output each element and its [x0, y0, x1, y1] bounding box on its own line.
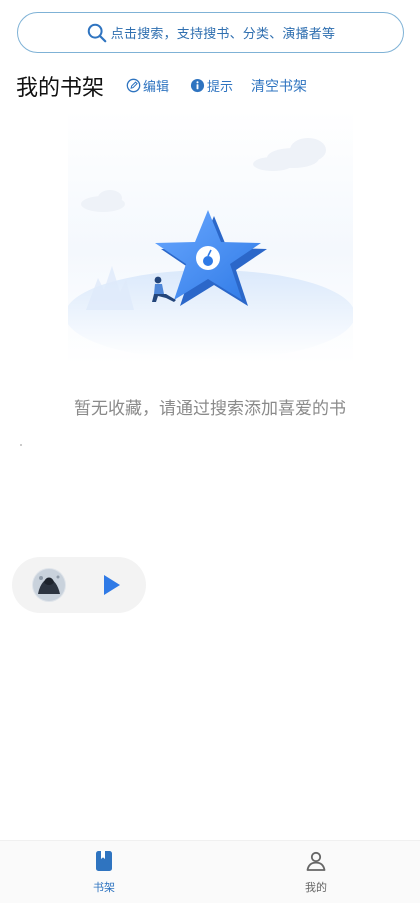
search-icon	[87, 23, 107, 42]
divider-dot	[20, 444, 22, 446]
play-icon[interactable]	[98, 572, 124, 598]
nav-item-bookshelf[interactable]: 书架	[74, 849, 134, 895]
person-icon	[306, 851, 326, 871]
nav-label-mine: 我的	[305, 881, 327, 894]
empty-shelf-illustration	[68, 110, 353, 365]
nav-label-bookshelf: 书架	[93, 881, 115, 894]
empty-message: 暂无收藏，请通过搜索添加喜爱的书	[74, 399, 346, 419]
cover-image	[32, 568, 66, 602]
page-title: 我的书架	[16, 76, 105, 101]
tips-label: 提示	[207, 80, 234, 95]
search-placeholder: 点击搜索，支持搜书、分类、演播者等	[110, 27, 336, 42]
tips-button[interactable]: 提示	[190, 76, 233, 95]
edit-icon	[126, 78, 141, 93]
edit-label: 编辑	[143, 80, 170, 95]
nav-item-mine[interactable]: 我的	[286, 849, 346, 895]
bookshelf-icon	[96, 851, 112, 871]
cover-thumbnail[interactable]	[32, 568, 66, 602]
bookshelf-page: 点击搜索，支持搜书、分类、演播者等 我的书架 编辑 提示 清空书架 暂无收藏，请…	[0, 0, 420, 903]
clear-bookshelf-label: 清空书架	[251, 79, 307, 95]
clear-bookshelf-button[interactable]: 清空书架	[251, 76, 307, 96]
mini-player[interactable]	[12, 557, 146, 613]
edit-button[interactable]: 编辑	[126, 76, 169, 95]
info-icon	[190, 78, 205, 93]
bottom-nav: 书架 我的	[0, 840, 420, 903]
search-bar[interactable]: 点击搜索，支持搜书、分类、演播者等	[17, 12, 404, 53]
